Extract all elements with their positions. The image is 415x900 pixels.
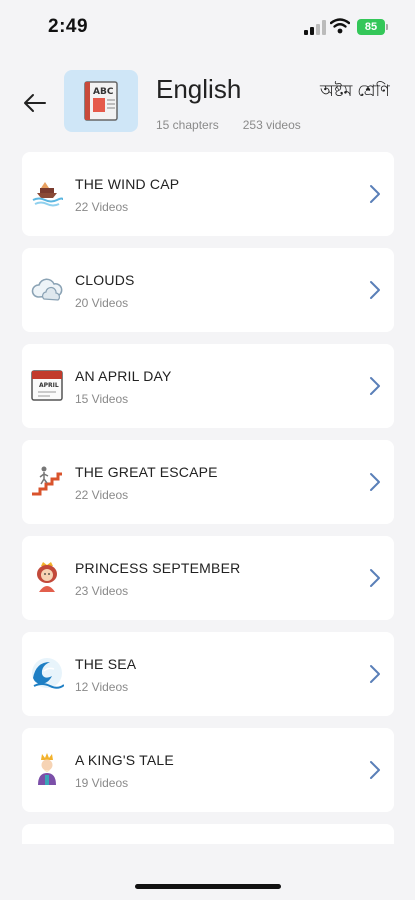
chapter-card[interactable]: THE GREAT ESCAPE 22 Videos <box>22 440 394 524</box>
subject-title: English <box>156 74 242 104</box>
battery-indicator: 85 <box>357 19 388 35</box>
chapter-card[interactable]: CLOUDS 20 Videos <box>22 248 394 332</box>
chapter-card[interactable]: APRIL AN APRIL DAY 15 Videos <box>22 344 394 428</box>
svg-text:ABC: ABC <box>93 87 114 97</box>
wifi-icon <box>330 18 350 34</box>
chapter-video-count: 19 Videos <box>75 776 129 790</box>
calendar-icon: APRIL <box>30 368 64 402</box>
video-count: 253 videos <box>242 118 301 132</box>
chapter-title: AN APRIL DAY <box>75 368 172 384</box>
chapter-video-count: 12 Videos <box>75 680 129 694</box>
chevron-right-icon <box>370 281 380 299</box>
chapter-title: THE GREAT ESCAPE <box>75 464 218 480</box>
chapter-card-partial[interactable] <box>22 824 394 844</box>
chapter-title: THE WIND CAP <box>75 176 180 192</box>
chevron-right-icon <box>370 185 380 203</box>
chapter-video-count: 23 Videos <box>75 584 129 598</box>
book-icon: ABC <box>84 81 118 121</box>
wave-icon <box>30 656 64 690</box>
home-indicator[interactable] <box>135 884 281 889</box>
chapter-title: CLOUDS <box>75 272 135 288</box>
chevron-right-icon <box>370 665 380 683</box>
chevron-right-icon <box>370 569 380 587</box>
cloud-icon <box>30 272 64 306</box>
chapter-video-count: 22 Videos <box>75 200 129 214</box>
chapter-card[interactable]: THE SEA 12 Videos <box>22 632 394 716</box>
book-cover: ABC <box>64 70 138 132</box>
chapter-title: PRINCESS SEPTEMBER <box>75 560 241 576</box>
chapter-video-count: 22 Videos <box>75 488 129 502</box>
status-time: 2:49 <box>48 16 89 37</box>
chapter-card[interactable]: THE WIND CAP 22 Videos <box>22 152 394 236</box>
class-label: অষ্টম শ্রেণি <box>320 81 390 100</box>
chapter-title: THE SEA <box>75 656 137 672</box>
king-icon <box>30 752 64 786</box>
chapter-count: 15 chapters <box>156 118 219 132</box>
chapter-video-count: 15 Videos <box>75 392 129 406</box>
chevron-right-icon <box>370 473 380 491</box>
svg-text:APRIL: APRIL <box>39 382 59 389</box>
princess-icon <box>30 560 64 594</box>
stairs-icon <box>30 464 64 498</box>
chapter-video-count: 20 Videos <box>75 296 129 310</box>
chapter-title: A KING'S TALE <box>75 752 174 768</box>
chapter-card[interactable]: A KING'S TALE 19 Videos <box>22 728 394 812</box>
chapter-card[interactable]: PRINCESS SEPTEMBER 23 Videos <box>22 536 394 620</box>
subject-meta: 15 chapters 253 videos <box>156 118 301 132</box>
subject-header: ABC English 15 chapters 253 videos অষ্টম … <box>0 60 415 150</box>
signal-icon <box>304 20 326 35</box>
ship-icon <box>30 176 64 210</box>
chevron-right-icon <box>370 377 380 395</box>
back-button[interactable] <box>20 88 50 118</box>
chevron-right-icon <box>370 761 380 779</box>
back-arrow-icon <box>24 94 46 112</box>
status-bar: 2:49 85 <box>0 0 415 56</box>
